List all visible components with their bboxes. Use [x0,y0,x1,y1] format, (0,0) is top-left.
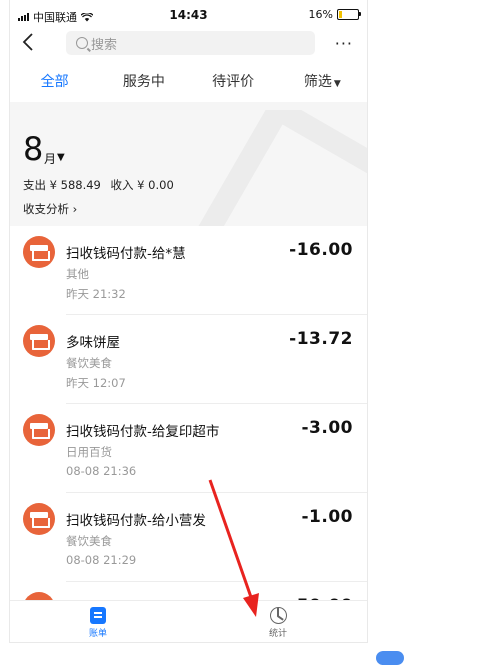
transaction-row[interactable]: 扫收钱码付款-给小营发 餐饮美食 08-08 21:29 -1.00 [10,493,367,582]
more-button[interactable]: ··· [335,34,353,53]
battery-group: 16% [308,8,361,21]
transaction-amount: -3.00 [301,418,353,438]
month-unit: 月 [44,152,57,166]
bottom-tab-stats[interactable]: 统计 [248,607,308,639]
transaction-title: 扫收钱码付款-给*慧 [66,246,186,262]
chevron-left-icon [22,33,33,51]
transaction-title: 多味饼屋 [66,335,120,351]
tab-filter-label: 筛选 [303,74,332,90]
bottom-tab-stats-label: 统计 [268,629,287,639]
transaction-row[interactable]: 多味饼屋 餐饮美食 昨天 12:07 -13.72 [10,315,367,404]
tab-to-review[interactable]: 待评价 [189,62,278,102]
transaction-amount: -13.72 [289,329,353,349]
month-summary: 8 月 ▼ 支出 ¥ 588.49 收入 ¥ 0.00 收支分析 › [10,110,367,226]
pie-chart-icon [269,607,287,624]
transaction-category: 餐饮美食 [66,356,112,370]
transaction-title: 扫收钱码付款-给小营发 [66,513,206,529]
transaction-amount: -1.00 [301,507,353,527]
transaction-time: 昨天 12:07 [66,376,126,390]
month-picker-caret-icon[interactable]: ▼ [57,152,65,163]
status-bar: 中国联通 14:43 16% [10,0,367,28]
transaction-time: 08-08 21:36 [66,464,137,478]
transaction-amount: -16.00 [289,240,353,260]
battery-percent: 16% [308,8,333,21]
tab-all[interactable]: 全部 [10,62,99,102]
income-total: 收入 ¥ 0.00 [110,178,174,192]
caret-down-icon: ▼ [333,79,341,89]
search-input[interactable]: 搜索 [66,31,315,55]
shop-icon [23,236,55,268]
filter-tabs: 全部 服务中 待评价 筛选 ▼ [10,62,367,102]
back-button[interactable] [22,32,34,57]
income-expense-summary: 支出 ¥ 588.49 收入 ¥ 0.00 [23,177,180,193]
search-placeholder: 搜索 [91,37,118,53]
analysis-link[interactable]: 收支分析 › [23,201,77,217]
transaction-time: 昨天 21:32 [66,287,126,301]
bottom-tab-bill[interactable]: 账单 [68,607,128,639]
bill-icon [90,607,106,624]
bottom-tab-bill-label: 账单 [88,629,107,639]
shop-icon [23,325,55,357]
transaction-category: 其他 [66,267,89,281]
tab-filter[interactable]: 筛选 ▼ [278,62,367,102]
expense-total: 支出 ¥ 588.49 [23,178,101,192]
transaction-category: 餐饮美食 [66,534,112,548]
shop-icon [23,503,55,535]
section-divider [10,102,367,110]
transaction-time: 08-08 21:29 [66,553,137,567]
corner-badge [376,651,404,665]
phone-screen: 中国联通 14:43 16% 搜索 ··· 全部 服务中 待评价 筛选 ▼ 8 … [10,0,367,642]
transaction-title: 扫收钱码付款-给复印超市 [66,424,220,440]
transaction-category: 日用百货 [66,445,112,459]
bottom-tab-bar: 账单 统计 [10,600,367,642]
transaction-row[interactable]: 扫收钱码付款-给*慧 其他 昨天 21:32 -16.00 [10,226,367,315]
nav-bar: 搜索 ··· [10,28,367,62]
search-icon [76,37,88,49]
transaction-row[interactable]: 扫收钱码付款-给复印超市 日用百货 08-08 21:36 -3.00 [10,404,367,493]
hexagon-watermark-icon [177,110,367,226]
tab-in-service[interactable]: 服务中 [99,62,188,102]
month-number: 8 [23,130,44,168]
battery-icon [337,9,361,20]
shop-icon [23,414,55,446]
transaction-list: 扫收钱码付款-给*慧 其他 昨天 21:32 -16.00 多味饼屋 餐饮美食 … [10,226,367,642]
